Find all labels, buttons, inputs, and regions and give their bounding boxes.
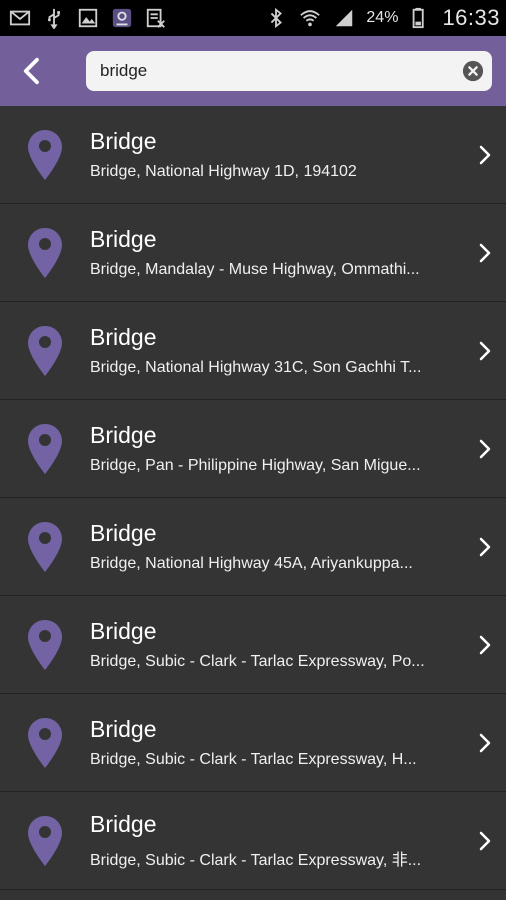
result-title: Bridge — [90, 128, 157, 154]
result-row[interactable]: Bridge Bridge, National Highway 1D, 1941… — [0, 106, 506, 204]
result-texts: Bridge Bridge, Subic - Clark - Tarlac Ex… — [90, 618, 464, 671]
location-pin-icon — [0, 325, 90, 377]
result-texts: Bridge Bridge, National Highway 45A, Ari… — [90, 520, 464, 573]
result-title: Bridge — [90, 618, 157, 644]
result-title: Bridge — [90, 226, 157, 252]
result-texts: Bridge Bridge, Pan - Philippine Highway,… — [90, 422, 464, 475]
result-subtitle: Bridge, Subic - Clark - Tarlac Expresswa… — [90, 653, 425, 670]
chevron-right-icon — [464, 634, 506, 656]
result-row[interactable]: Bridge Bridge, Mandalay - Muse Highway, … — [0, 204, 506, 302]
result-subtitle: Bridge, Subic - Clark - Tarlac Expresswa… — [90, 852, 422, 869]
result-title: Bridge — [90, 422, 157, 448]
chevron-right-icon — [464, 340, 506, 362]
status-bar-notifications — [8, 6, 168, 30]
result-texts: Bridge Bridge, Mandalay - Muse Highway, … — [90, 226, 464, 279]
location-pin-icon — [0, 521, 90, 573]
result-row[interactable]: Bridge Bridge, Subic - Clark - Tarlac Ex… — [0, 694, 506, 792]
wifi-icon — [298, 6, 322, 30]
app-icon — [110, 6, 134, 30]
result-texts: Bridge Bridge, National Highway 1D, 1941… — [90, 128, 464, 181]
image-icon — [76, 6, 100, 30]
clear-search-button[interactable] — [462, 60, 484, 82]
result-subtitle: Bridge, National Highway 45A, Ariyankupp… — [90, 555, 413, 572]
search-app-bar — [0, 36, 506, 106]
location-pin-icon — [0, 129, 90, 181]
result-row[interactable]: Bridge Bridge, National Highway 45A, Ari… — [0, 498, 506, 596]
chevron-right-icon — [464, 830, 506, 852]
back-button[interactable] — [12, 51, 52, 91]
results-list: Bridge Bridge, National Highway 1D, 1941… — [0, 106, 506, 890]
result-texts: Bridge Bridge, Subic - Clark - Tarlac Ex… — [90, 811, 464, 870]
clock: 16:33 — [442, 5, 500, 30]
back-arrow-icon — [23, 57, 39, 85]
result-row[interactable]: Bridge Bridge, Subic - Clark - Tarlac Ex… — [0, 596, 506, 694]
search-box — [86, 51, 492, 91]
status-bar: 24% 16:33 — [0, 0, 506, 36]
result-texts: Bridge Bridge, Subic - Clark - Tarlac Ex… — [90, 716, 464, 769]
chevron-right-icon — [464, 438, 506, 460]
location-pin-icon — [0, 815, 90, 867]
result-row[interactable]: Bridge Bridge, Pan - Philippine Highway,… — [0, 400, 506, 498]
search-input[interactable] — [100, 61, 462, 81]
chevron-right-icon — [464, 536, 506, 558]
chevron-right-icon — [464, 144, 506, 166]
bluetooth-icon — [264, 6, 288, 30]
result-subtitle: Bridge, Subic - Clark - Tarlac Expresswa… — [90, 751, 417, 768]
result-subtitle: Bridge, Pan - Philippine Highway, San Mi… — [90, 457, 421, 474]
result-subtitle: Bridge, National Highway 31C, Son Gachhi… — [90, 359, 422, 376]
location-pin-icon — [0, 423, 90, 475]
chevron-right-icon — [464, 732, 506, 754]
usb-icon — [42, 6, 66, 30]
mail-icon — [8, 6, 32, 30]
signal-icon — [332, 6, 356, 30]
result-title: Bridge — [90, 811, 157, 837]
location-pin-icon — [0, 619, 90, 671]
result-texts: Bridge Bridge, National Highway 31C, Son… — [90, 324, 464, 377]
result-subtitle: Bridge, National Highway 1D, 194102 — [90, 163, 357, 180]
battery-icon — [408, 6, 432, 30]
status-bar-system: 24% 16:33 — [264, 5, 500, 31]
result-row[interactable]: Bridge Bridge, Subic - Clark - Tarlac Ex… — [0, 792, 506, 890]
result-subtitle: Bridge, Mandalay - Muse Highway, Ommathi… — [90, 261, 420, 278]
result-title: Bridge — [90, 520, 157, 546]
result-title: Bridge — [90, 324, 157, 350]
location-pin-icon — [0, 227, 90, 279]
result-row[interactable]: Bridge Bridge, National Highway 31C, Son… — [0, 302, 506, 400]
chevron-right-icon — [464, 242, 506, 264]
cancel-doc-icon — [144, 6, 168, 30]
location-pin-icon — [0, 717, 90, 769]
result-title: Bridge — [90, 716, 157, 742]
clear-icon — [462, 60, 484, 82]
battery-percent: 24% — [366, 9, 399, 26]
